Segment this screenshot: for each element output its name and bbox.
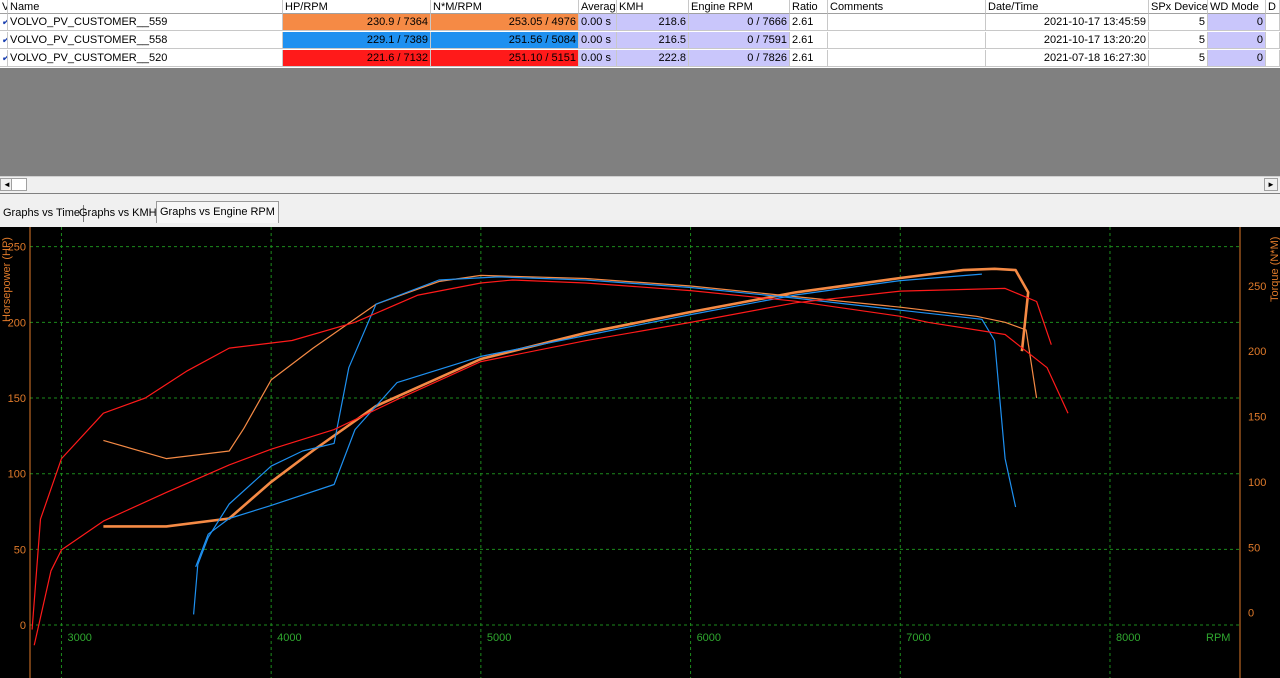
cell-rpm: 0 / 7666: [689, 14, 790, 31]
cell-kmh: 216.5: [617, 32, 689, 49]
column-header[interactable]: HP/RPM: [283, 0, 431, 14]
cell-ratio: 2.61: [790, 50, 828, 67]
cell-nm: 251.10 / 5151: [431, 50, 579, 67]
chart-svg: 3000 4000 5000 6000 7000 8000 0 50 100 150 200 250 0…: [1, 227, 1280, 678]
column-header[interactable]: Comments: [828, 0, 986, 14]
hp-curve-1: [193, 276, 1017, 615]
cell-wd: 0: [1208, 32, 1266, 49]
cell-spx: 5: [1149, 14, 1208, 31]
splitter[interactable]: [0, 193, 1280, 198]
x-tick-label: 5000: [487, 632, 511, 644]
column-header[interactable]: Engine RPM: [689, 0, 790, 14]
tab-graphs-vs-time[interactable]: Graphs vs Time: [0, 205, 85, 222]
tab-graphs-vs-engine-rpm[interactable]: Graphs vs Engine RPM: [156, 201, 279, 223]
cell-spx: 5: [1149, 50, 1208, 67]
x-tick-label: 6000: [697, 632, 721, 644]
cell-comments: [828, 32, 986, 49]
dyno-chart: 3000 4000 5000 6000 7000 8000 0 50 100 150 200 250 0…: [0, 227, 1280, 678]
cell-rpm: 0 / 7826: [689, 50, 790, 67]
table-header: ViNameHP/RPMN*M/RPMAveragKMHEngine RPMRa…: [0, 0, 1280, 14]
column-header[interactable]: Date/Time: [986, 0, 1149, 14]
cell-kmh: 218.6: [617, 14, 689, 31]
cell-datetime: 2021-10-17 13:20:20: [986, 32, 1149, 49]
y-axis-label-left: Horsepower (HP): [1, 237, 13, 322]
x-axis-label: RPM: [1206, 632, 1230, 644]
cell-ratio: 2.61: [790, 14, 828, 31]
x-tick-label: 8000: [1116, 632, 1140, 644]
cell-rpm: 0 / 7591: [689, 32, 790, 49]
y-left-tick-label: 100: [8, 469, 26, 481]
torque-curve-1: [195, 273, 982, 568]
column-header[interactable]: N*M/RPM: [431, 0, 579, 14]
tab-graphs-vs-kmh[interactable]: Graphs vs KMH: [76, 205, 161, 222]
column-header[interactable]: Averag: [579, 0, 617, 14]
y-right-tick-label: 250: [1248, 281, 1266, 293]
x-tick-label: 7000: [906, 632, 930, 644]
x-tick-label: 3000: [67, 632, 91, 644]
cell-name: VOLVO_PV_CUSTOMER__520: [8, 50, 283, 67]
cell-name: VOLVO_PV_CUSTOMER__559: [8, 14, 283, 31]
cell-comments: [828, 50, 986, 67]
table-row[interactable]: ✓VOLVO_PV_CUSTOMER__520221.6 / 7132251.1…: [0, 50, 1280, 68]
column-header[interactable]: D: [1266, 0, 1280, 14]
cell-ratio: 2.61: [790, 32, 828, 49]
y-left-tick-label: 0: [20, 620, 26, 632]
cell-hp: 229.1 / 7389: [283, 32, 431, 49]
cell-d: [1266, 32, 1280, 49]
checkmark-icon[interactable]: ✓: [0, 14, 8, 31]
cell-hp: 221.6 / 7132: [283, 50, 431, 67]
cell-hp: 230.9 / 7364: [283, 14, 431, 31]
y-right-tick-label: 200: [1248, 346, 1266, 358]
cell-name: VOLVO_PV_CUSTOMER__558: [8, 32, 283, 49]
y-right-tick-label: 0: [1248, 608, 1254, 620]
cell-nm: 251.56 / 5084: [431, 32, 579, 49]
results-grid: ViNameHP/RPMN*M/RPMAveragKMHEngine RPMRa…: [0, 0, 1280, 176]
column-header[interactable]: Ratio: [790, 0, 828, 14]
cell-nm: 253.05 / 4976: [431, 14, 579, 31]
cell-d: [1266, 14, 1280, 31]
scrollbar-thumb[interactable]: [11, 178, 27, 191]
cell-spx: 5: [1149, 32, 1208, 49]
horizontal-scrollbar[interactable]: ◄ ►: [0, 176, 1280, 193]
column-header[interactable]: KMH: [617, 0, 689, 14]
y-right-tick-label: 50: [1248, 542, 1260, 554]
table-row[interactable]: ✓VOLVO_PV_CUSTOMER__559230.9 / 7364253.0…: [0, 14, 1280, 32]
x-tick-label: 4000: [277, 632, 301, 644]
column-header[interactable]: Vi: [0, 0, 8, 14]
cell-datetime: 2021-10-17 13:45:59: [986, 14, 1149, 31]
y-right-tick-label: 100: [1248, 477, 1266, 489]
cell-wd: 0: [1208, 14, 1266, 31]
column-header[interactable]: WD Mode: [1208, 0, 1266, 14]
cell-comments: [828, 14, 986, 31]
graph-tabs: Graphs vs Time Graphs vs KMH Graphs vs E…: [0, 199, 1280, 223]
checkmark-icon[interactable]: ✓: [0, 50, 8, 67]
cell-avg: 0.00 s: [579, 50, 617, 67]
cell-kmh: 222.8: [617, 50, 689, 67]
arrow-left-icon: ◄: [3, 180, 11, 189]
column-header[interactable]: Name: [8, 0, 283, 14]
cell-datetime: 2021-07-18 16:27:30: [986, 50, 1149, 67]
arrow-right-icon: ►: [1267, 180, 1275, 189]
checkmark-icon[interactable]: ✓: [0, 32, 8, 49]
y-left-tick-label: 50: [14, 544, 26, 556]
y-right-tick-label: 150: [1248, 412, 1266, 424]
torque-curve-2: [33, 287, 1052, 646]
scroll-right-button[interactable]: ►: [1264, 178, 1278, 191]
y-left-tick-label: 150: [8, 393, 26, 405]
y-axis-label-right: Torque (N*M): [1269, 237, 1280, 302]
cell-avg: 0.00 s: [579, 32, 617, 49]
cell-avg: 0.00 s: [579, 14, 617, 31]
hp-curve-0: [103, 274, 1038, 460]
column-header[interactable]: SPx Device: [1149, 0, 1208, 14]
cell-wd: 0: [1208, 50, 1266, 67]
table-row[interactable]: ✓VOLVO_PV_CUSTOMER__558229.1 / 7389251.5…: [0, 32, 1280, 50]
cell-d: [1266, 50, 1280, 67]
hp-curve-2: [31, 279, 1069, 630]
